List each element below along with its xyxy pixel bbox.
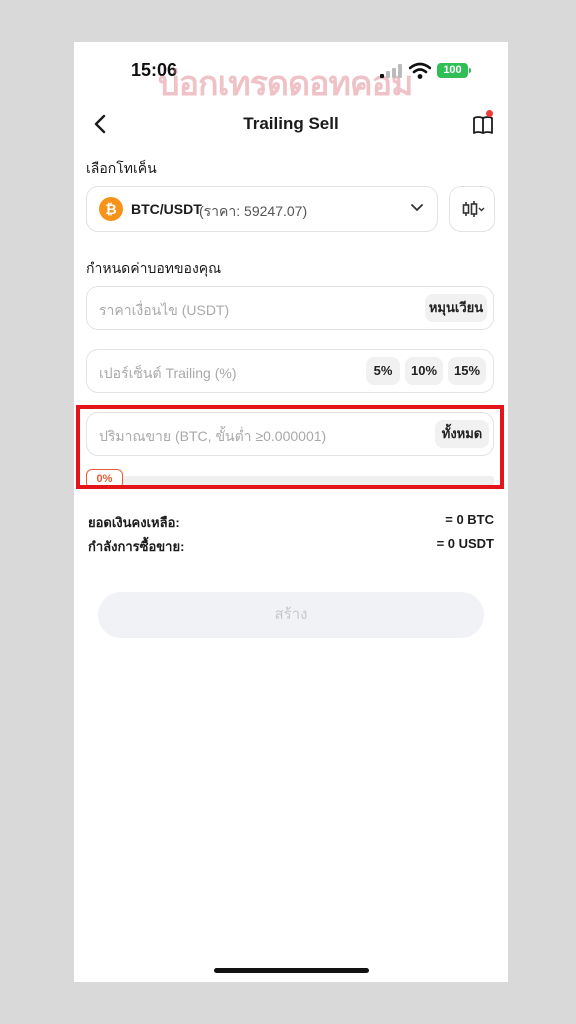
guide-book-icon[interactable] [472, 114, 494, 136]
home-indicator[interactable] [214, 968, 369, 973]
trailing-percent-field[interactable]: เปอร์เซ็นต์ Trailing (%) 5% 10% 15% [86, 349, 494, 393]
candlestick-chart-button[interactable] [449, 186, 495, 232]
preset-5-percent-button[interactable]: 5% [366, 357, 400, 385]
create-button[interactable]: สร้าง [98, 592, 484, 638]
bitcoin-icon: ₿ [99, 197, 123, 221]
trigger-price-field[interactable]: ราคาเงื่อนไข (USDT) หมุนเวียน [86, 286, 494, 330]
rotate-button[interactable]: หมุนเวียน [425, 294, 487, 322]
token-selector[interactable]: ₿ BTC/USDT (ราคา: 59247.07) [86, 186, 438, 232]
notification-dot [486, 110, 493, 117]
page-title: Trailing Sell [243, 114, 339, 133]
balance-value: = 0 BTC [445, 512, 494, 527]
token-price: (ราคา: 59247.07) [199, 203, 308, 219]
preset-10-percent-button[interactable]: 10% [405, 357, 443, 385]
signal-icon [380, 64, 402, 78]
candlestick-icon [462, 201, 485, 217]
preset-15-percent-button[interactable]: 15% [448, 357, 486, 385]
token-pair: BTC/USDT [131, 201, 202, 217]
trading-power-value: = 0 USDT [436, 536, 494, 551]
watermark: บ่อกเทรดดอทคอม [158, 64, 413, 104]
app-screen: 15:06 บ่อกเทรดดอทคอม 100 Trailing Sell เ… [74, 42, 508, 982]
bot-section-label: กำหนดค่าบอทของคุณ [86, 260, 222, 276]
chevron-down-icon [411, 204, 423, 211]
token-section-label: เลือกโทเค็น [86, 160, 157, 176]
trigger-price-placeholder: ราคาเงื่อนไข (USDT) [99, 302, 230, 318]
trading-power-label: กำลังการซื้อขาย: [88, 539, 185, 554]
balance-label: ยอดเงินคงเหลือ: [88, 515, 180, 530]
highlight-box [76, 405, 504, 489]
wifi-icon [409, 62, 431, 79]
trailing-percent-placeholder: เปอร์เซ็นต์ Trailing (%) [99, 365, 237, 381]
battery-indicator: 100 [437, 63, 468, 78]
battery-nub [469, 68, 471, 73]
